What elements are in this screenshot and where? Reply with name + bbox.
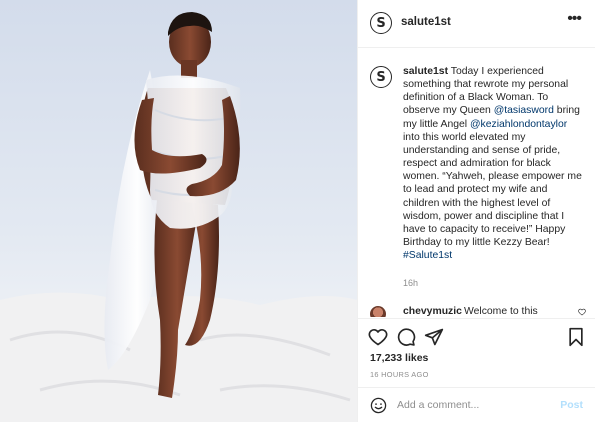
post-header: S salute1st ••• <box>358 0 595 48</box>
avatar-letter: S <box>376 15 386 31</box>
maternity-photo <box>0 12 357 422</box>
caption-avatar[interactable]: S <box>370 66 392 88</box>
comment-icon[interactable] <box>396 327 416 347</box>
instagram-post: S salute1st ••• S salute1st Today I expe… <box>0 0 595 422</box>
heart-icon[interactable] <box>368 327 388 347</box>
header-username[interactable]: salute1st <box>401 16 451 28</box>
comment-like-heart-icon[interactable] <box>578 308 586 316</box>
caption-text-3: into this world elevated my understandin… <box>403 131 582 249</box>
posted-time[interactable]: 16 HOURS AGO <box>370 370 429 379</box>
post-photo[interactable] <box>0 0 357 422</box>
more-options-icon[interactable]: ••• <box>567 11 582 27</box>
share-icon[interactable] <box>424 327 444 347</box>
commenter-avatar[interactable] <box>370 306 386 317</box>
emoji-icon[interactable] <box>370 397 387 414</box>
hashtag-salute1st[interactable]: #Salute1st <box>403 250 452 261</box>
comment-text: Welcome to this <box>464 306 538 317</box>
add-comment-input[interactable] <box>397 396 547 414</box>
comment-item: chevymuzic Welcome to this <box>370 303 590 317</box>
comment-username[interactable]: chevymuzic <box>403 306 462 317</box>
caption-avatar-letter: S <box>376 69 386 85</box>
post-actions: 17,233 likes 16 HOURS AGO Post <box>358 318 595 423</box>
mention-keziahlondontaylor[interactable]: @keziahlondontaylor <box>470 119 567 130</box>
mention-tasiasword[interactable]: @tasiasword <box>494 105 554 116</box>
add-comment-bar: Post <box>358 387 595 424</box>
caption-username[interactable]: salute1st <box>403 66 448 77</box>
likes-count[interactable]: 17,233 likes <box>370 352 428 364</box>
bookmark-icon[interactable] <box>566 327 586 347</box>
caption-time[interactable]: 16h <box>403 278 418 288</box>
avatar[interactable]: S <box>370 12 392 34</box>
post-sidebar: S salute1st ••• S salute1st Today I expe… <box>357 0 595 422</box>
post-comment-button[interactable]: Post <box>560 399 583 411</box>
post-caption: salute1st Today I experienced something … <box>403 65 583 262</box>
